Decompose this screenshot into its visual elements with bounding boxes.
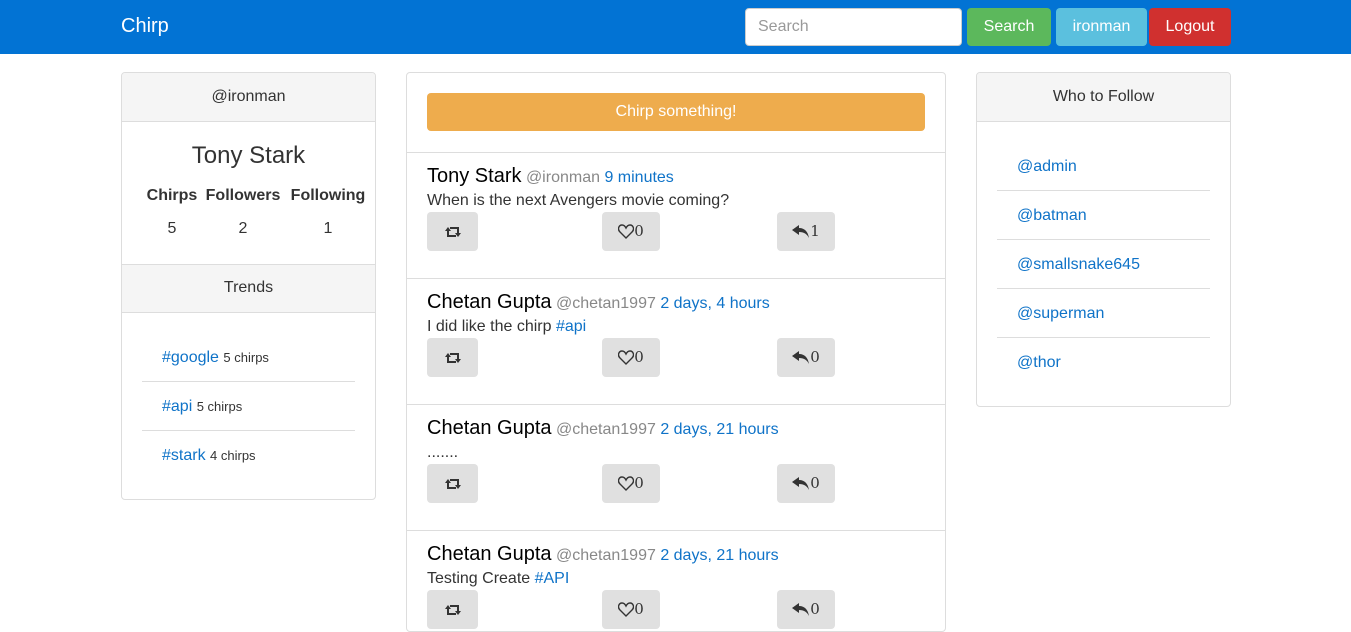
rechirp-button[interactable] xyxy=(427,464,478,503)
navbar: Chirp Search ironman Logout xyxy=(0,0,1351,54)
stat-value-following: 1 xyxy=(323,220,333,237)
search-button[interactable]: Search xyxy=(967,8,1051,46)
compose-chirp-button[interactable]: Chirp something! xyxy=(427,93,925,131)
follow-suggestion: @superman xyxy=(997,289,1210,338)
post-timestamp[interactable]: 2 days, 4 hours xyxy=(660,295,769,312)
trend-count: 4 chirps xyxy=(210,448,256,463)
retweet-icon xyxy=(444,227,461,237)
post-hashtag-link[interactable]: #API xyxy=(535,570,570,587)
post-timestamp[interactable]: 2 days, 21 hours xyxy=(660,421,778,438)
rechirp-button[interactable] xyxy=(427,212,478,251)
post-author-handle[interactable]: @chetan1997 xyxy=(556,547,656,564)
post-timestamp[interactable]: 9 minutes xyxy=(604,169,673,186)
trend-tag-link[interactable]: #google xyxy=(162,349,219,366)
reply-button[interactable]: 0 xyxy=(777,464,835,503)
trend-item: #stark 4 chirps xyxy=(142,431,355,480)
retweet-icon xyxy=(444,605,461,615)
like-button[interactable]: 0 xyxy=(602,464,660,503)
reply-icon xyxy=(792,351,810,364)
post-timestamp[interactable]: 2 days, 21 hours xyxy=(660,547,778,564)
heart-icon xyxy=(618,476,635,491)
post-author-name[interactable]: Chetan Gupta xyxy=(427,291,552,313)
profile-name: Tony Stark xyxy=(191,142,306,169)
profile-panel: @ironman Tony Stark Chirps Followers Fol… xyxy=(121,72,376,500)
post-text: Testing Create #API xyxy=(427,570,570,587)
like-count: 0 xyxy=(634,348,644,366)
who-to-follow-panel: Who to Follow @admin @batman @smallsnake… xyxy=(976,72,1231,407)
post-text: ....... xyxy=(427,444,459,461)
follow-suggestion: @admin xyxy=(997,142,1210,191)
reply-count: 0 xyxy=(810,348,820,366)
heart-icon xyxy=(618,602,635,617)
retweet-icon xyxy=(444,353,461,363)
stat-label-followers: Followers xyxy=(205,187,281,204)
reply-count: 0 xyxy=(810,474,820,492)
follow-suggestion: @smallsnake645 xyxy=(997,240,1210,289)
feed-panel: Chirp something! Tony Stark @ironman 9 m… xyxy=(406,72,946,632)
heart-icon xyxy=(618,350,635,365)
reply-button[interactable]: 0 xyxy=(777,338,835,377)
trend-count: 5 chirps xyxy=(223,350,269,365)
follow-user-link[interactable]: @thor xyxy=(1017,354,1061,371)
reply-icon xyxy=(792,477,810,490)
brand-logo[interactable]: Chirp xyxy=(121,15,169,38)
post-author-name[interactable]: Chetan Gupta xyxy=(427,417,552,439)
who-to-follow-heading: Who to Follow xyxy=(977,73,1230,122)
reply-icon xyxy=(792,603,810,616)
post-author-name[interactable]: Tony Stark xyxy=(427,165,521,187)
follow-user-link[interactable]: @superman xyxy=(1017,305,1104,322)
reply-count: 0 xyxy=(810,600,820,618)
chirp-post: Chetan Gupta @chetan1997 2 days, 21 hour… xyxy=(407,530,945,631)
retweet-icon xyxy=(444,479,461,489)
chirp-post: Chetan Gupta @chetan1997 2 days, 21 hour… xyxy=(407,404,945,530)
reply-button[interactable]: 1 xyxy=(777,212,835,251)
user-profile-button[interactable]: ironman xyxy=(1056,8,1147,46)
follow-suggestion: @thor xyxy=(997,338,1210,387)
follow-suggestion: @batman xyxy=(997,191,1210,240)
reply-icon xyxy=(792,225,810,238)
follow-user-link[interactable]: @admin xyxy=(1017,158,1077,175)
stat-label-chirps: Chirps xyxy=(146,187,198,204)
trends-heading: Trends xyxy=(122,264,375,313)
post-hashtag-link[interactable]: #api xyxy=(556,318,586,335)
chirp-post: Tony Stark @ironman 9 minutes When is th… xyxy=(407,152,945,278)
like-count: 0 xyxy=(634,222,644,240)
like-button[interactable]: 0 xyxy=(602,212,660,251)
reply-button[interactable]: 0 xyxy=(777,590,835,629)
like-count: 0 xyxy=(634,600,644,618)
rechirp-button[interactable] xyxy=(427,338,478,377)
post-author-handle[interactable]: @chetan1997 xyxy=(556,295,656,312)
heart-icon xyxy=(618,224,635,239)
trend-item: #api 5 chirps xyxy=(142,382,355,431)
post-author-handle[interactable]: @ironman xyxy=(526,169,600,186)
stat-value-followers: 2 xyxy=(238,220,248,237)
reply-count: 1 xyxy=(810,222,820,240)
trend-item: #google 5 chirps xyxy=(142,333,355,382)
trend-tag-link[interactable]: #stark xyxy=(162,447,206,464)
post-text: I did like the chirp #api xyxy=(427,318,587,335)
trend-count: 5 chirps xyxy=(196,399,243,414)
rechirp-button[interactable] xyxy=(427,590,478,629)
chirp-post: Chetan Gupta @chetan1997 2 days, 4 hours… xyxy=(407,278,945,404)
stat-label-following: Following xyxy=(290,187,366,204)
follow-user-link[interactable]: @smallsnake645 xyxy=(1017,256,1140,273)
like-button[interactable]: 0 xyxy=(602,590,660,629)
post-author-handle[interactable]: @chetan1997 xyxy=(556,421,656,438)
trend-tag-link[interactable]: #api xyxy=(162,398,192,415)
stat-value-chirps: 5 xyxy=(167,220,177,237)
post-text: When is the next Avengers movie coming? xyxy=(427,192,730,209)
logout-button[interactable]: Logout xyxy=(1149,8,1231,46)
post-author-name[interactable]: Chetan Gupta xyxy=(427,543,552,565)
search-input[interactable] xyxy=(745,8,962,46)
like-count: 0 xyxy=(634,474,644,492)
like-button[interactable]: 0 xyxy=(602,338,660,377)
follow-user-link[interactable]: @batman xyxy=(1017,207,1087,224)
profile-handle: @ironman xyxy=(122,73,375,122)
